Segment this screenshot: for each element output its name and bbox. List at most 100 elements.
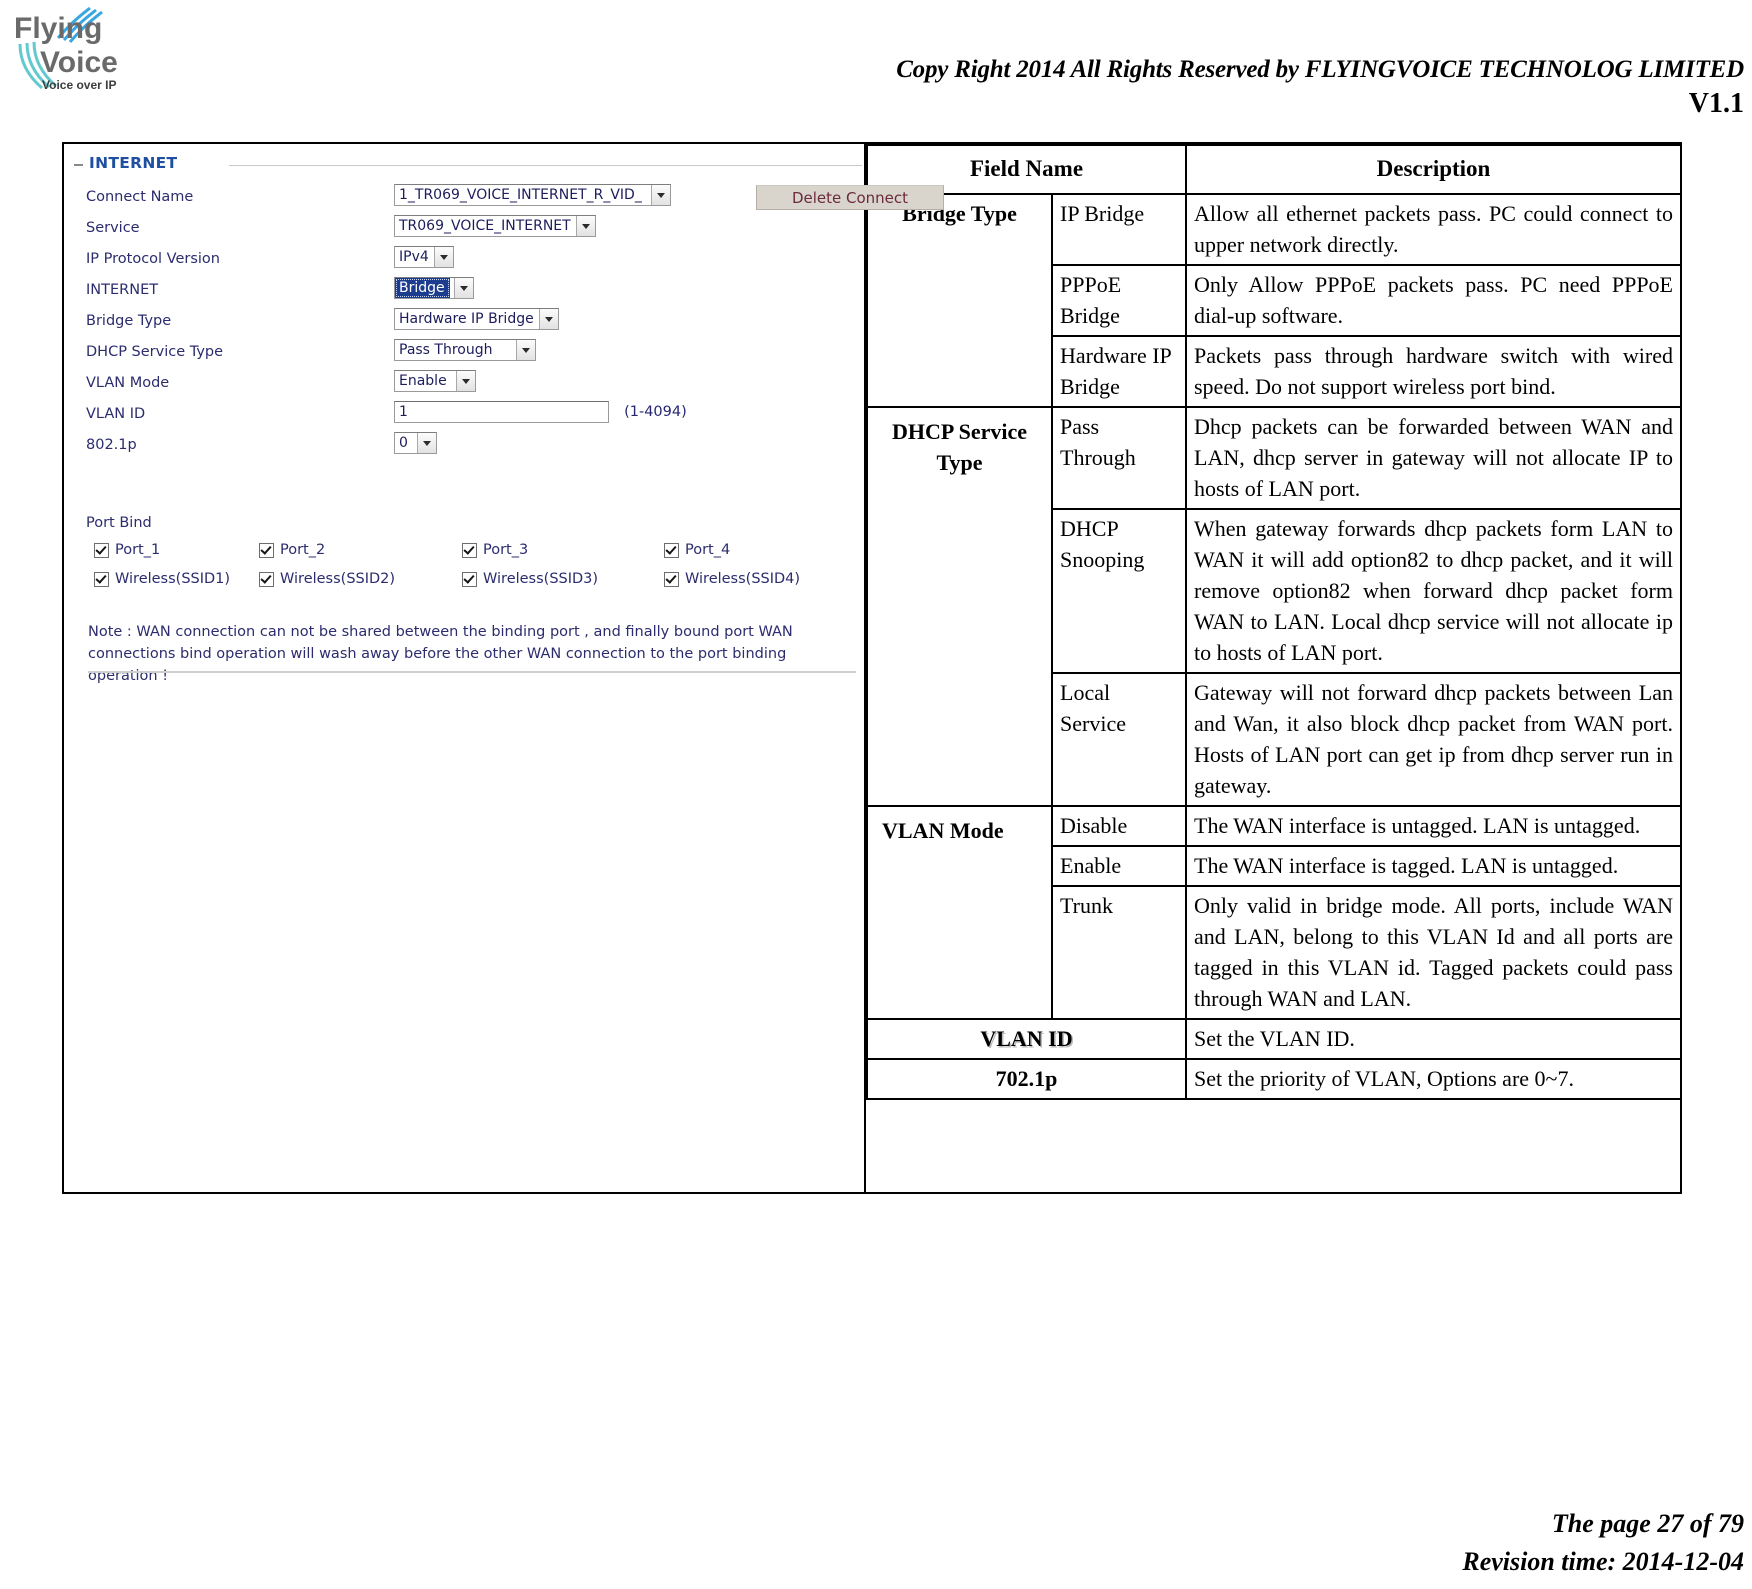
- form-row-service: Service TR069_VOICE_INTERNET: [74, 215, 864, 246]
- checked-checkbox-icon[interactable]: [462, 542, 477, 558]
- desc-pppoe-bridge: Only Allow PPPoE packets pass. PC need P…: [1185, 264, 1682, 337]
- header-copyright-text: Copy Right 2014 All Rights Reserved by F…: [896, 56, 1744, 83]
- chevron-down-icon[interactable]: [453, 278, 473, 298]
- connect-name-value: 1_TR069_VOICE_INTERNET_R_VID_: [395, 185, 651, 205]
- label-wireless-ssid1: Wireless(SSID1): [115, 571, 231, 587]
- label-8021p: 802.1p: [86, 437, 137, 453]
- logo-text-voice: Voice: [40, 46, 118, 79]
- port-bind-ports-row: Port_1 Port_2 Port_3 Port_4: [74, 542, 864, 570]
- desc-7021p: Set the priority of VLAN, Options are 0~…: [1185, 1058, 1682, 1100]
- chevron-down-icon[interactable]: [575, 216, 595, 236]
- desc-ip-bridge: Allow all ethernet packets pass. PC coul…: [1185, 193, 1682, 266]
- chevron-down-icon[interactable]: [455, 371, 475, 391]
- content-area: INTERNET Connect Name 1_TR069_VOICE_INTE…: [62, 142, 1682, 1194]
- desc-hardware-ip-bridge: Packets pass through hardware switch wit…: [1185, 335, 1682, 408]
- option-hardware-ip-bridge: Hardware IP Bridge: [1051, 335, 1187, 408]
- option-local-service: Local Service: [1051, 672, 1187, 807]
- fieldset-legend-label: INTERNET: [89, 154, 178, 172]
- desc-trunk: Only valid in bridge mode. All ports, in…: [1185, 885, 1682, 1020]
- legend-divider: [229, 165, 862, 166]
- internet-mode-select-wrap: Bridge: [394, 277, 474, 299]
- form-row-connect-name: Connect Name 1_TR069_VOICE_INTERNET_R_VI…: [74, 184, 944, 215]
- label-dhcp-service-type: DHCP Service Type: [86, 344, 224, 360]
- ip-protocol-select-wrap: IPv4: [394, 246, 454, 268]
- note-divider: [88, 671, 856, 673]
- delete-connect-button[interactable]: Delete Connect: [756, 185, 944, 210]
- label-wireless-ssid2: Wireless(SSID2): [280, 571, 396, 587]
- 8021p-select[interactable]: 0: [394, 432, 437, 454]
- checked-checkbox-icon[interactable]: [462, 571, 477, 587]
- option-enable: Enable: [1051, 845, 1187, 887]
- option-dhcp-snooping: DHCP Snooping: [1051, 508, 1187, 674]
- internet-mode-select[interactable]: Bridge: [394, 277, 474, 299]
- checkbox-wireless-ssid1[interactable]: Wireless(SSID1): [94, 571, 230, 587]
- footer-page-number: The page 27 of 79: [1551, 1509, 1744, 1538]
- form-row-dhcp-service-type: DHCP Service Type Pass Through: [74, 339, 864, 370]
- label-wireless-ssid4: Wireless(SSID4): [685, 571, 801, 587]
- internet-mode-value: Bridge: [395, 278, 450, 298]
- label-port-4: Port_4: [685, 542, 731, 558]
- bridge-type-select-wrap: Hardware IP Bridge: [394, 308, 559, 330]
- ip-protocol-version-select[interactable]: IPv4: [394, 246, 454, 268]
- vlan-id-range-hint: (1-4094): [624, 404, 687, 420]
- field-name-vlan-mode: VLAN Mode: [866, 805, 1053, 1020]
- table-header-row: Field Name Description: [866, 144, 1682, 195]
- label-bridge-type: Bridge Type: [86, 313, 172, 329]
- desc-pass-through: Dhcp packets can be forwarded between WA…: [1185, 406, 1682, 510]
- 8021p-value: 0: [395, 433, 413, 453]
- chevron-down-icon[interactable]: [433, 247, 453, 267]
- checked-checkbox-icon[interactable]: [94, 571, 109, 587]
- checked-checkbox-icon[interactable]: [664, 571, 679, 587]
- field-name-7021p: 702.1p: [866, 1058, 1187, 1100]
- label-port-3: Port_3: [483, 542, 529, 558]
- vlan-mode-select[interactable]: Enable: [394, 370, 476, 392]
- checked-checkbox-icon[interactable]: [259, 542, 274, 558]
- connect-name-select-wrap: 1_TR069_VOICE_INTERNET_R_VID_: [394, 184, 671, 206]
- router-screenshot-cell: INTERNET Connect Name 1_TR069_VOICE_INTE…: [62, 142, 944, 1194]
- chevron-down-icon[interactable]: [516, 340, 535, 360]
- vlan-mode-value: Enable: [395, 371, 452, 391]
- field-name-dhcp-service-type: DHCP Service Type: [866, 406, 1053, 807]
- checkbox-wireless-ssid4[interactable]: Wireless(SSID4): [664, 571, 800, 587]
- desc-local-service: Gateway will not forward dhcp packets be…: [1185, 672, 1682, 807]
- table-row: DHCP Service Type Pass Through Dhcp pack…: [866, 406, 1682, 807]
- checked-checkbox-icon[interactable]: [94, 542, 109, 558]
- chevron-down-icon[interactable]: [651, 185, 670, 205]
- checked-checkbox-icon[interactable]: [259, 571, 274, 587]
- option-disable: Disable: [1051, 805, 1187, 847]
- option-ip-bridge: IP Bridge: [1051, 193, 1187, 266]
- dhcp-service-type-value: Pass Through: [395, 340, 516, 360]
- port-bind-note: Note : WAN connection can not be shared …: [88, 624, 793, 684]
- form-row-vlan-id: VLAN ID (1-4094): [74, 401, 864, 432]
- chevron-down-icon[interactable]: [538, 309, 558, 329]
- port-bind-ssids-row: Wireless(SSID1) Wireless(SSID2) Wireless…: [74, 571, 864, 599]
- vlan-id-input[interactable]: [394, 401, 609, 423]
- desc-enable: The WAN interface is tagged. LAN is unta…: [1185, 845, 1682, 887]
- checkbox-port-1[interactable]: Port_1: [94, 542, 160, 558]
- connect-name-select[interactable]: 1_TR069_VOICE_INTERNET_R_VID_: [394, 184, 671, 206]
- header-description: Description: [1185, 144, 1682, 195]
- checkbox-wireless-ssid3[interactable]: Wireless(SSID3): [462, 571, 598, 587]
- bridge-type-value: Hardware IP Bridge: [395, 309, 539, 329]
- dhcp-service-type-select[interactable]: Pass Through: [394, 339, 536, 361]
- checkbox-port-4[interactable]: Port_4: [664, 542, 730, 558]
- description-table-cell: Field Name Description Bridge Type IP Br…: [864, 142, 1682, 1194]
- ip-protocol-version-value: IPv4: [395, 247, 434, 267]
- form-row-ip-protocol-version: IP Protocol Version IPv4: [74, 246, 864, 277]
- internet-settings-panel: INTERNET Connect Name 1_TR069_VOICE_INTE…: [74, 154, 944, 685]
- document-header: Flying Voice Voice over IP Copy Right 20…: [0, 0, 1752, 132]
- checkbox-wireless-ssid2[interactable]: Wireless(SSID2): [259, 571, 395, 587]
- checkbox-port-2[interactable]: Port_2: [259, 542, 325, 558]
- option-trunk: Trunk: [1051, 885, 1187, 1020]
- bridge-type-select[interactable]: Hardware IP Bridge: [394, 308, 559, 330]
- checkbox-port-3[interactable]: Port_3: [462, 542, 528, 558]
- chevron-down-icon[interactable]: [416, 433, 436, 453]
- footer-revision-time: Revision time: 2014-12-04: [1462, 1547, 1744, 1576]
- service-select[interactable]: TR069_VOICE_INTERNET: [394, 215, 596, 237]
- checked-checkbox-icon[interactable]: [664, 542, 679, 558]
- label-internet-mode: INTERNET: [86, 282, 159, 298]
- internet-fieldset-legend: INTERNET: [74, 154, 864, 180]
- logo-text-flying: Flying: [14, 12, 102, 45]
- document-footer: The page 27 of 79 Revision time: 2014-12…: [1462, 1505, 1744, 1581]
- collapse-minus-icon[interactable]: [74, 164, 83, 166]
